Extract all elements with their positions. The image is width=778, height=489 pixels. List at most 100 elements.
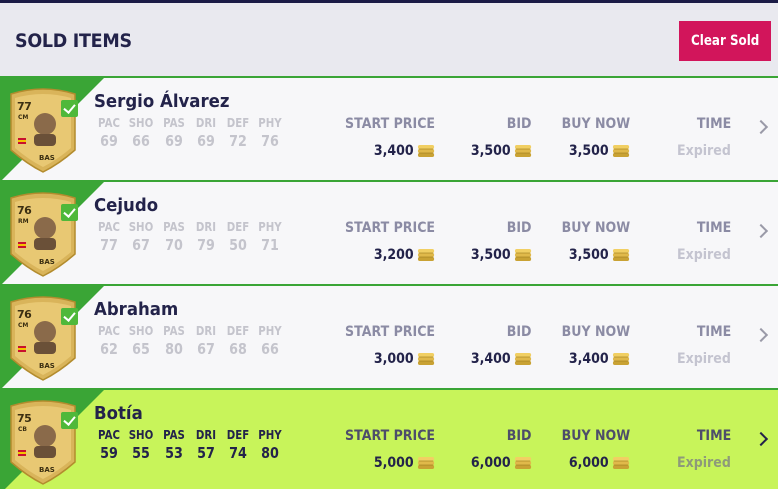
time-remaining: Expired — [677, 351, 731, 367]
start-price: 3,200 — [374, 247, 435, 263]
buy-now-value: 3,400 — [568, 351, 609, 367]
stat-phy: PHY 66 — [254, 324, 286, 358]
start-price: 3,400 — [374, 143, 435, 159]
stat-def: DEF 68 — [222, 324, 254, 358]
card-chemistry: BAS — [39, 258, 55, 266]
stat-value: 69 — [165, 132, 183, 150]
player-name: Botía — [94, 403, 143, 424]
stat-value: 69 — [100, 132, 118, 150]
stat-pas: PAS 80 — [158, 324, 190, 358]
bid-value: 6,000 — [470, 455, 511, 471]
sold-item-row[interactable]: 76 RM BAS Cejudo PAC 77 SHO 67 PAS 70 DR… — [0, 180, 778, 284]
start-price: 5,000 — [374, 455, 435, 471]
stat-def: DEF 72 — [222, 116, 254, 150]
stat-value: 80 — [165, 340, 183, 358]
bid-label: BID — [507, 324, 532, 340]
chevron-right-icon[interactable] — [753, 119, 769, 135]
check-icon — [61, 412, 78, 429]
stat-value: 57 — [197, 444, 215, 462]
page-header: SOLD ITEMS Clear Sold — [0, 3, 778, 76]
buy-now-price: 3,400 — [569, 351, 630, 367]
stat-label: PAS — [163, 220, 185, 234]
sold-item-row[interactable]: 75 CB BAS Botía PAC 59 SHO 55 PAS 53 DRI… — [0, 388, 778, 489]
stat-label: DEF — [226, 428, 250, 442]
time-remaining: Expired — [677, 247, 731, 263]
stat-label: DEF — [226, 220, 250, 234]
stat-value: 79 — [197, 236, 215, 254]
coin-icon — [612, 457, 630, 469]
start-price-value: 3,400 — [373, 143, 414, 159]
stat-label: DEF — [226, 116, 250, 130]
stat-pas: PAS 53 — [158, 428, 190, 462]
stat-label: PAC — [98, 220, 120, 234]
stat-dri: DRI 57 — [190, 428, 222, 462]
page-title: SOLD ITEMS — [15, 30, 132, 52]
sold-item-row[interactable]: 77 CM BAS Sergio Álvarez PAC 69 SHO 66 P… — [0, 76, 778, 180]
clear-sold-label: Clear Sold — [690, 33, 760, 49]
start-price-value: 5,000 — [373, 455, 414, 471]
player-card[interactable]: 76 CM BAS — [7, 294, 79, 382]
coin-icon — [417, 353, 435, 365]
player-card[interactable]: 76 RM BAS — [7, 190, 79, 278]
stat-value: 70 — [165, 236, 183, 254]
player-name: Sergio Álvarez — [94, 91, 230, 112]
start-price-label: START PRICE — [344, 428, 435, 444]
stat-label: SHO — [128, 428, 154, 442]
clear-sold-button[interactable]: Clear Sold — [679, 21, 771, 61]
coin-icon — [514, 249, 532, 261]
buy-now-value: 6,000 — [568, 455, 609, 471]
stat-phy: PHY 71 — [254, 220, 286, 254]
stat-label: PAS — [163, 324, 185, 338]
stat-pac: PAC 69 — [93, 116, 125, 150]
coin-icon — [612, 249, 630, 261]
card-chemistry: BAS — [39, 466, 55, 474]
stat-value: 77 — [100, 236, 118, 254]
card-rating: 75 — [17, 412, 32, 425]
stat-label: PAS — [163, 116, 185, 130]
start-price-value: 3,000 — [373, 351, 414, 367]
stat-phy: PHY 76 — [254, 116, 286, 150]
stat-dri: DRI 69 — [190, 116, 222, 150]
buy-now-label: BUY NOW — [561, 220, 630, 236]
stat-def: DEF 50 — [222, 220, 254, 254]
chevron-right-icon[interactable] — [753, 431, 769, 447]
stat-value: 69 — [197, 132, 215, 150]
stat-phy: PHY 80 — [254, 428, 286, 462]
card-chemistry: BAS — [39, 154, 55, 162]
stat-value: 66 — [132, 132, 150, 150]
coin-icon — [514, 457, 532, 469]
stat-sho: SHO 55 — [125, 428, 157, 462]
player-name: Cejudo — [94, 195, 159, 216]
stat-sho: SHO 66 — [125, 116, 157, 150]
buy-now-price: 3,500 — [569, 143, 630, 159]
stat-dri: DRI 67 — [190, 324, 222, 358]
chevron-right-icon[interactable] — [753, 327, 769, 343]
coin-icon — [612, 353, 630, 365]
stat-label: DRI — [195, 324, 217, 338]
start-price-label: START PRICE — [344, 116, 435, 132]
stat-label: DRI — [195, 428, 217, 442]
stat-value: 71 — [261, 236, 279, 254]
player-card[interactable]: 75 CB BAS — [7, 398, 79, 486]
buy-now-price: 3,500 — [569, 247, 630, 263]
stat-label: DRI — [195, 220, 217, 234]
stat-label: PAC — [98, 428, 120, 442]
chevron-right-icon[interactable] — [753, 223, 769, 239]
stat-label: SHO — [128, 116, 154, 130]
stat-label: PAS — [163, 428, 185, 442]
coin-icon — [514, 353, 532, 365]
stat-value: 80 — [261, 444, 279, 462]
stat-value: 50 — [229, 236, 247, 254]
check-icon — [61, 204, 78, 221]
start-price: 3,000 — [374, 351, 435, 367]
stat-dri: DRI 79 — [190, 220, 222, 254]
card-position: RM — [18, 218, 29, 225]
coin-icon — [417, 249, 435, 261]
stat-label: DEF — [226, 324, 250, 338]
buy-now-price: 6,000 — [569, 455, 630, 471]
sold-item-row[interactable]: 76 CM BAS Abraham PAC 62 SHO 65 PAS 80 D… — [0, 284, 778, 388]
bid-price: 6,000 — [471, 455, 532, 471]
player-card[interactable]: 77 CM BAS — [7, 86, 79, 174]
bid-label: BID — [507, 116, 532, 132]
bid-value: 3,500 — [470, 247, 511, 263]
